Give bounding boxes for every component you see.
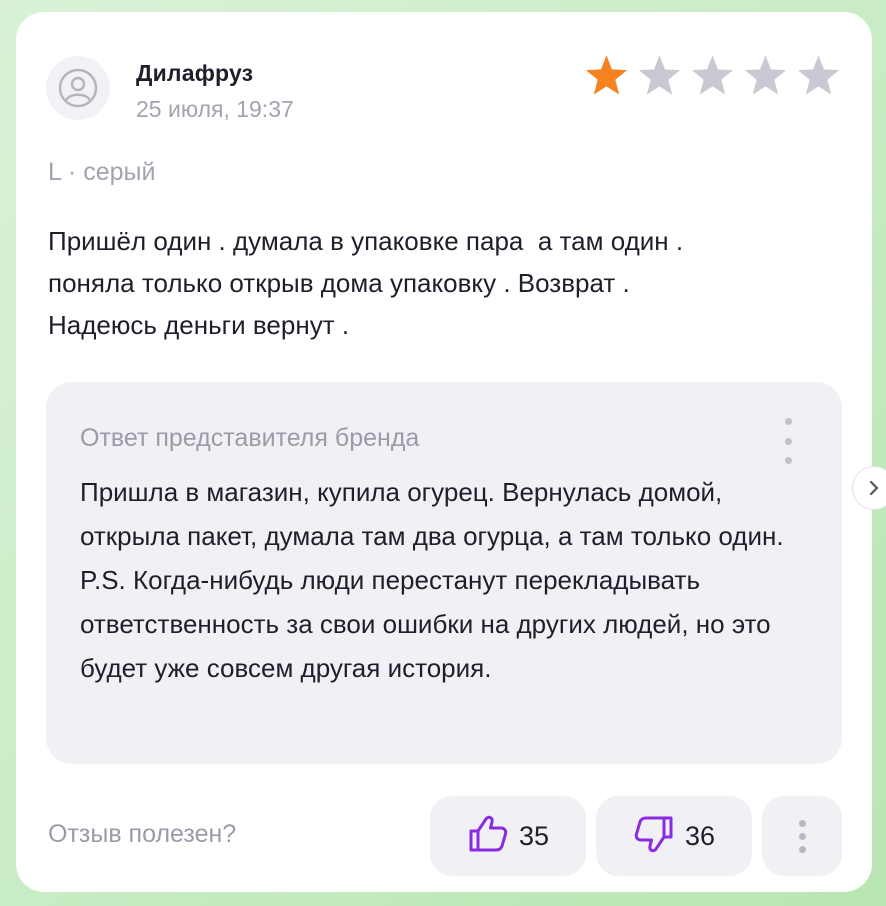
author-name: Дилафруз [136,60,254,86]
star-icon [585,55,628,95]
dislike-button[interactable]: 36 [596,796,752,876]
like-count: 35 [518,820,550,851]
brand-reply: Ответ представителя бренда Пришла в мага… [46,382,842,764]
more-options-button[interactable] [762,796,842,876]
reply-title: Ответ представителя бренда [80,424,420,452]
review-card: Дилафруз 25 июля, 19:37 L · серый Пришёл… [16,12,886,892]
like-button[interactable]: 35 [430,796,586,876]
review-date: 25 июля, 19:37 [136,96,294,122]
thumb-up-icon [467,815,509,858]
product-variant: L · серый [48,158,156,186]
star-icon [744,55,787,95]
chevron-right-icon[interactable] [852,466,886,510]
star-rating [583,52,842,98]
review-text: Пришёл один . думала в упаковке пара а т… [48,226,684,340]
thumb-down-icon [633,815,675,858]
dislike-count: 36 [684,820,716,851]
star-icon [638,55,681,95]
star-icon [691,55,734,95]
more-vertical-icon[interactable] [778,418,798,464]
reply-text: Пришла в магазин, купила огурец. Вернула… [80,477,784,683]
user-avatar-icon [46,56,110,120]
helpful-label: Отзыв полезен? [48,820,237,848]
star-icon [797,55,840,95]
